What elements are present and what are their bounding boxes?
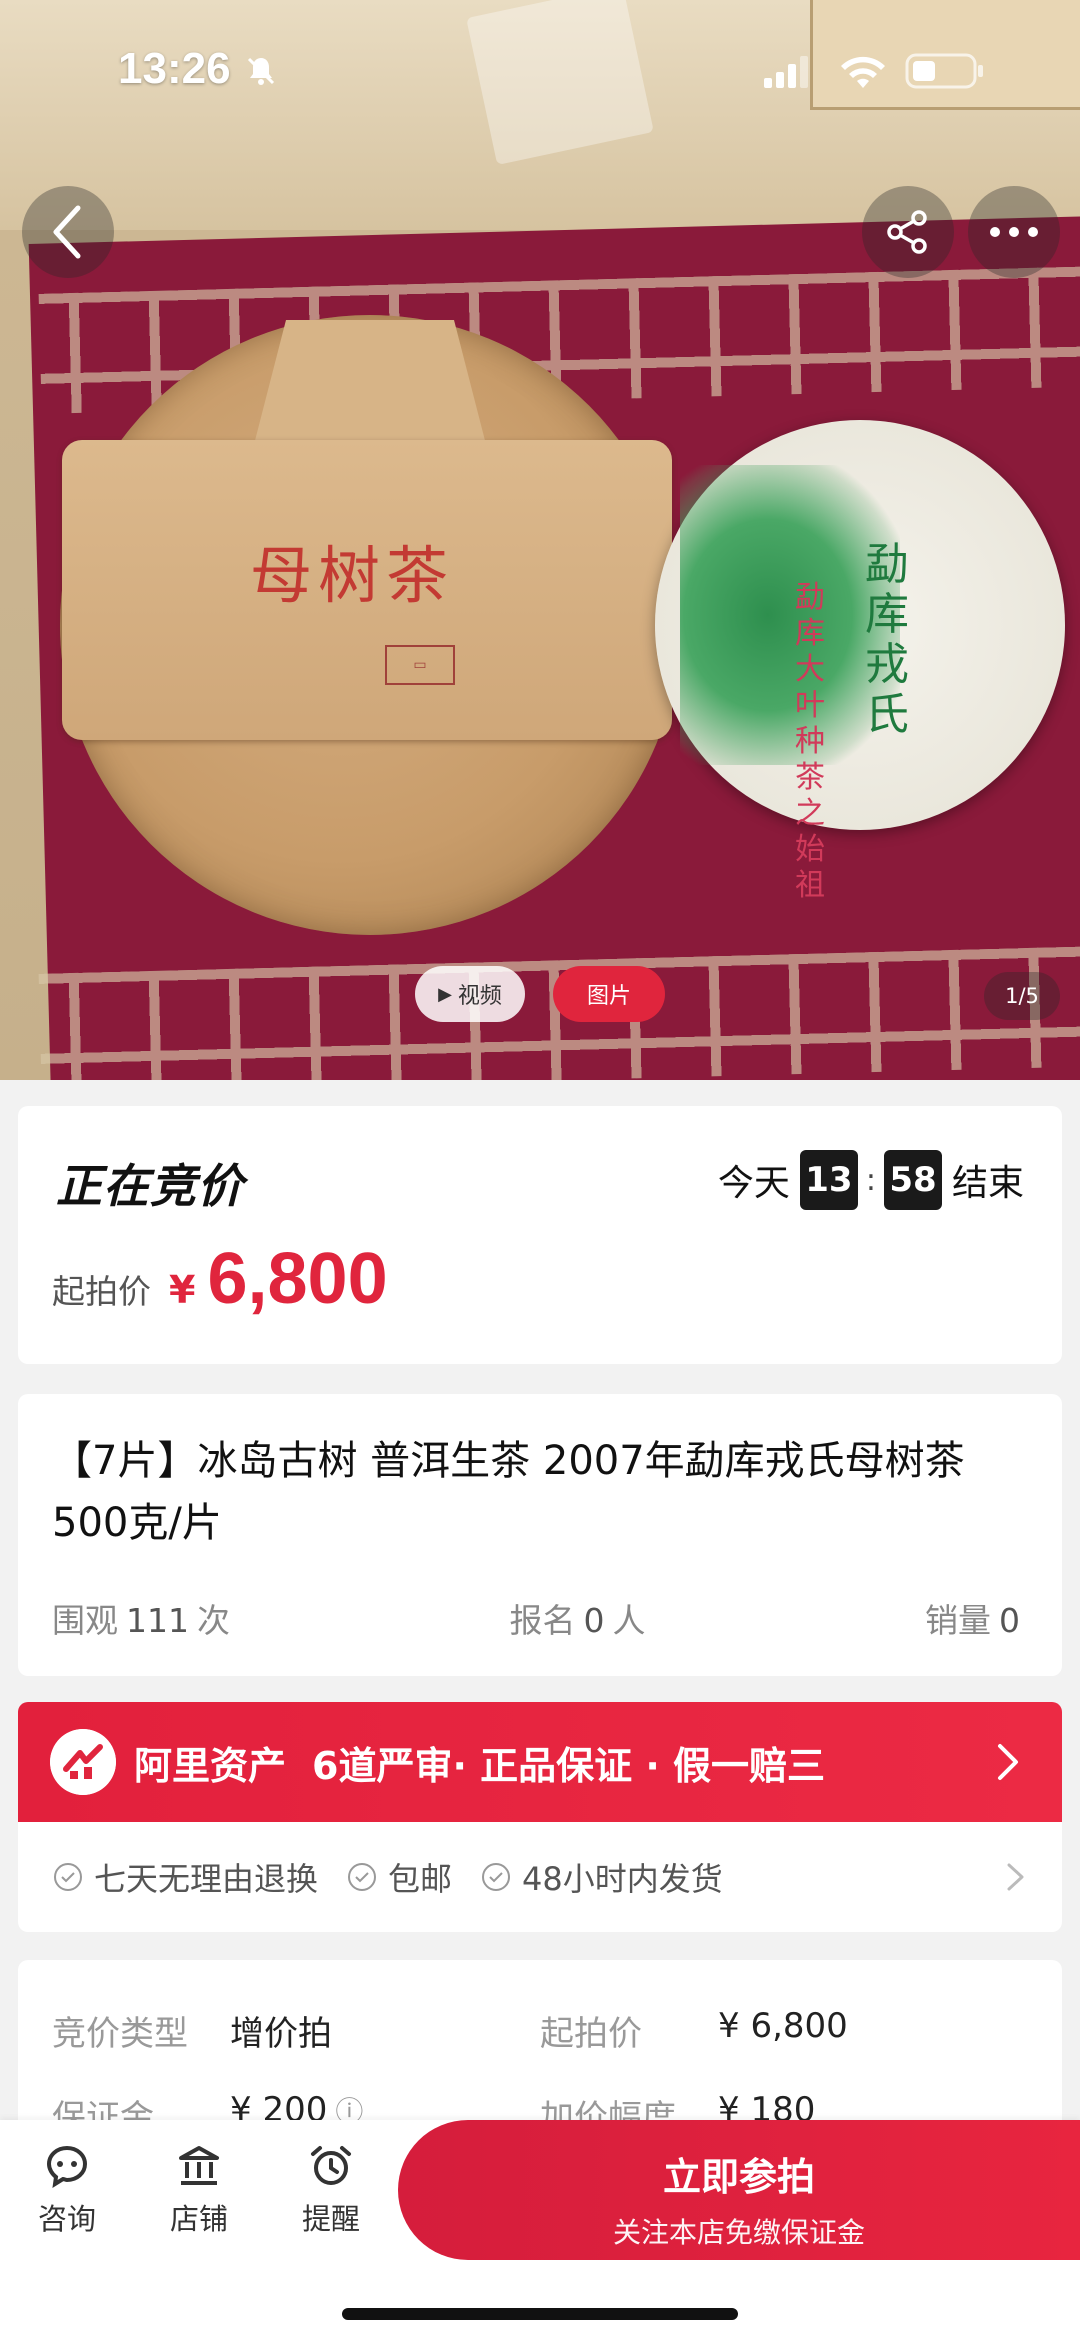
photo-pager: 1/5	[984, 972, 1060, 1020]
detail-value: ¥ 6,800	[718, 2006, 848, 2046]
signups-label: 报名	[509, 1601, 576, 1640]
currency-symbol: ¥	[169, 1268, 196, 1312]
tab-video-label: 视频	[457, 984, 502, 1009]
guarantee-label: 七天无理由退换	[94, 1860, 319, 1898]
guarantee-item: 七天无理由退换	[52, 1854, 318, 1900]
photo-bamboo-wrap-top	[250, 320, 490, 460]
tab-video[interactable]: ▶ 视频	[415, 966, 525, 1022]
more-button[interactable]	[968, 186, 1060, 278]
views-count: 111	[126, 1601, 189, 1640]
assurance-brand: 阿里资产	[134, 1743, 287, 1788]
shop-button[interactable]: 店铺	[144, 2142, 254, 2238]
bid-now-label: 立即参拍	[662, 2155, 815, 2199]
views-label: 围观	[52, 1601, 118, 1640]
photo-cake-subtext: 勐库大叶种茶之始祖	[795, 580, 825, 903]
guarantee-item: 包邮	[346, 1854, 452, 1900]
service-guarantees[interactable]: 七天无理由退换 包邮 48小时内发货	[18, 1822, 1062, 1932]
ali-assets-logo-icon	[50, 1729, 116, 1795]
check-circle-icon	[348, 1863, 377, 1891]
consult-button[interactable]: 咨询	[12, 2142, 122, 2238]
photo-stamp-text: 母树茶	[250, 539, 455, 612]
share-icon	[887, 210, 927, 254]
product-title: 【7片】冰岛古树 普洱生茶 2007年勐库戎氏母树茶 500克/片	[52, 1438, 965, 1546]
guarantee-item: 48小时内发货	[480, 1854, 723, 1900]
guarantee-label: 包邮	[388, 1860, 453, 1898]
bid-status-text: 正在竞价	[56, 1159, 244, 1213]
bid-now-button[interactable]: 立即参拍 关注本店免缴保证金	[398, 2120, 1080, 2260]
chevron-right-icon	[1007, 1863, 1024, 1891]
sales-label: 销量	[925, 1601, 991, 1640]
home-indicator[interactable]	[342, 2308, 738, 2320]
end-hour: 13	[799, 1150, 858, 1210]
share-button[interactable]	[862, 186, 954, 278]
end-time-suffix: 结束	[951, 1163, 1024, 1204]
start-price-label: 起拍价	[52, 1272, 151, 1311]
alarm-clock-icon	[311, 2146, 351, 2185]
bid-status-card: 正在竞价 今天 13 : 58 结束 起拍价 ¥ 6,800	[18, 1106, 1062, 1364]
signups-count: 0	[583, 1601, 605, 1640]
end-time-prefix: 今天	[717, 1163, 790, 1204]
signups-unit: 人	[612, 1601, 646, 1640]
play-icon: ▶	[438, 983, 452, 1005]
detail-label: 竞价类型	[52, 2014, 188, 2054]
views-stat: 围观 111 次	[52, 1594, 230, 1642]
time-colon: :	[865, 1162, 876, 1198]
sales-stat: 销量 0	[925, 1594, 1028, 1642]
status-bar: 13:26	[0, 0, 1080, 140]
detail-row: 竞价类型 增价拍 起拍价 ¥ 6,800	[52, 2006, 1028, 2055]
check-circle-icon	[482, 1863, 511, 1891]
start-price-value: 6,800	[207, 1239, 388, 1319]
battery-icon	[905, 53, 983, 89]
end-time: 今天 13 : 58 结束	[718, 1150, 1024, 1210]
wifi-icon	[841, 56, 885, 88]
status-time: 13:26	[118, 44, 231, 93]
media-tabs: ▶ 视频 图片	[415, 966, 665, 1022]
bell-muted-icon	[247, 57, 275, 85]
bid-status-title: 正在竞价	[56, 1150, 244, 1216]
product-info-card: 【7片】冰岛古树 普洱生茶 2007年勐库戎氏母树茶 500克/片 围观 111 次…	[18, 1394, 1062, 1676]
sales-count: 0	[999, 1601, 1020, 1640]
detail-label: 起拍价	[540, 2014, 642, 2054]
remind-button[interactable]: 提醒	[276, 2142, 386, 2238]
cellular-signal-icon	[764, 56, 808, 88]
chevron-left-icon	[53, 205, 81, 259]
views-unit: 次	[197, 1601, 230, 1640]
product-photo[interactable]: 母树茶 ▭ 勐库大叶种茶之始祖 勐库戎氏	[0, 0, 1080, 1080]
signups-stat: 报名 0 人	[510, 1594, 646, 1642]
tab-photo[interactable]: 图片	[553, 966, 665, 1022]
shop-building-icon	[179, 2146, 219, 2185]
chat-bubble-icon	[46, 2145, 88, 2188]
chevron-right-icon	[998, 1744, 1018, 1780]
back-button[interactable]	[22, 186, 114, 278]
product-stats: 围观 111 次 报名 0 人 销量 0	[52, 1594, 1028, 1642]
assurance-description: 6道严审· 正品保证 · 假一赔三	[312, 1743, 826, 1788]
shop-label: 店铺	[169, 2202, 228, 2236]
start-price: 起拍价 ¥ 6,800	[52, 1238, 388, 1320]
end-minute: 58	[883, 1150, 942, 1210]
guarantee-label: 48小时内发货	[522, 1860, 723, 1898]
bid-now-sublabel: 关注本店免缴保证金	[612, 2216, 865, 2249]
assurance-banner[interactable]: 阿里资产 6道严审· 正品保证 · 假一赔三	[18, 1702, 1062, 1822]
detail-start-price: 起拍价 ¥ 6,800	[540, 2006, 1028, 2055]
detail-bid-type: 竞价类型 增价拍	[52, 2006, 540, 2055]
check-circle-icon	[54, 1863, 82, 1891]
tab-photo-label: 图片	[586, 984, 631, 1009]
photo-seal: ▭	[385, 645, 455, 685]
photo-tea-cake: 勐库大叶种茶之始祖 勐库戎氏	[655, 420, 1065, 903]
photo-cake-brand: 勐库戎氏	[865, 539, 909, 740]
consult-label: 咨询	[37, 2202, 96, 2236]
detail-value: 增价拍	[230, 2014, 332, 2054]
more-dots-icon	[990, 227, 1038, 237]
remind-label: 提醒	[301, 2202, 360, 2236]
